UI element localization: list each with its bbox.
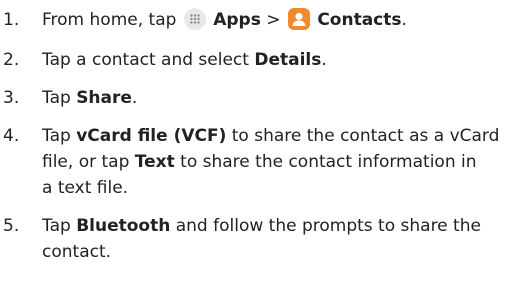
- step-text-after: .: [131, 88, 138, 108]
- step-number: 5.: [3, 216, 20, 236]
- step-text-before: From home, tap: [42, 10, 177, 30]
- step-text-after: .: [401, 10, 407, 30]
- share-label: Share: [76, 88, 132, 108]
- text-label: Text: [134, 152, 175, 172]
- step-text: Tap a contact and select Details.: [42, 47, 327, 73]
- contacts-label: Contacts: [317, 10, 402, 30]
- step-text-before: Tap a contact and select: [42, 50, 249, 70]
- step-text: From home, tap Apps > Contacts.: [42, 7, 407, 33]
- vcard-label: vCard file (VCF): [76, 126, 227, 146]
- apps-grid-icon: [183, 8, 206, 30]
- step-text-after: .: [321, 50, 327, 70]
- step-text-before: Tap: [42, 126, 71, 146]
- step-line-3: a text file.: [42, 178, 129, 198]
- step-text-before: file, or tap: [42, 152, 130, 172]
- step-number: 2.: [3, 50, 20, 70]
- step-text-before: Tap: [42, 216, 71, 236]
- step-text-after: to share the contact information in: [180, 152, 477, 172]
- step-number: 4.: [3, 126, 20, 146]
- step-line-1: Tap vCard file (VCF) to share the contac…: [42, 123, 499, 149]
- step-text-before: Tap: [42, 88, 71, 108]
- step-text: Tap Share.: [42, 85, 137, 111]
- step-line-2: contact.: [42, 242, 112, 262]
- step-text-after: and follow the prompts to share the: [175, 216, 481, 236]
- step-text: Tap Bluetooth and follow the prompts to …: [42, 213, 481, 265]
- details-label: Details: [254, 50, 322, 70]
- bluetooth-label: Bluetooth: [76, 216, 171, 236]
- step-text: Tap vCard file (VCF) to share the contac…: [42, 123, 499, 201]
- instruction-list: 1. From home, tap Apps > Contacts. 2. Ta…: [0, 0, 524, 289]
- apps-label: Apps: [213, 10, 261, 30]
- step-line-2: file, or tap Text to share the contact i…: [42, 149, 499, 175]
- step-number: 1.: [3, 10, 20, 30]
- step-text-after: to share the contact as a vCard: [231, 126, 500, 146]
- separator: >: [266, 10, 281, 30]
- contacts-icon: [287, 8, 310, 30]
- step-number: 3.: [3, 88, 20, 108]
- step-line-1: Tap Bluetooth and follow the prompts to …: [42, 213, 481, 239]
